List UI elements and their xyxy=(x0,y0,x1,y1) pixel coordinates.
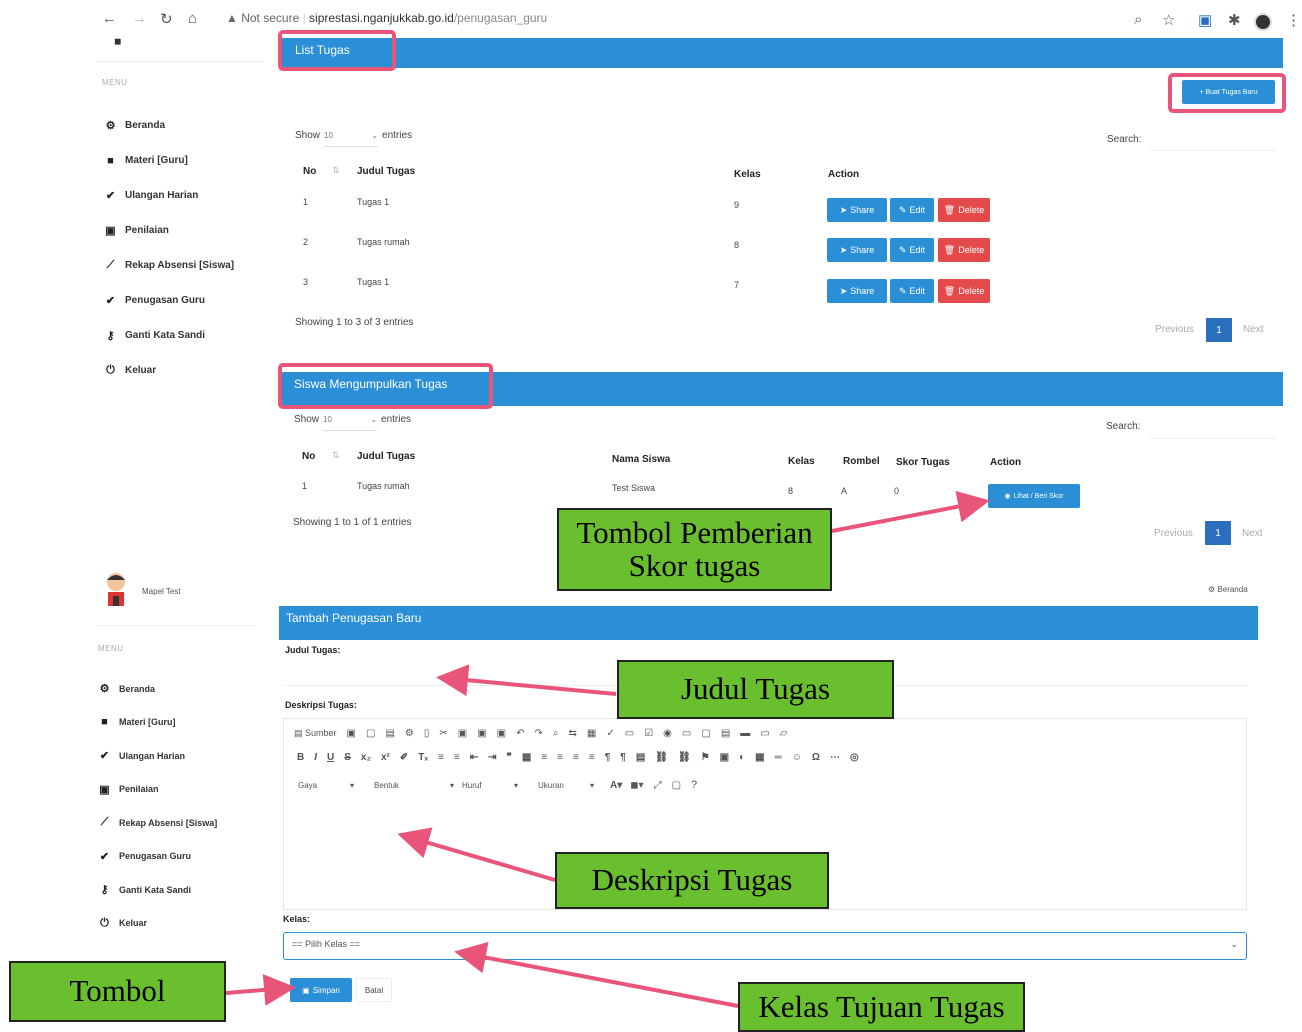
arrow-tombol xyxy=(225,973,296,1006)
arrow-judul xyxy=(436,664,617,697)
callout-skor: Tombol Pemberian Skor tugas xyxy=(557,508,832,591)
callout-tombol: Tombol xyxy=(9,961,226,1022)
arrow-skor xyxy=(831,490,990,533)
callout-kelas: Kelas Tujuan Tugas xyxy=(738,982,1025,1032)
arrow-kelas xyxy=(454,941,739,1008)
callout-judul: Judul Tugas xyxy=(617,660,894,719)
arrow-deskripsi xyxy=(397,827,556,882)
callout-deskripsi: Deskripsi Tugas xyxy=(555,852,829,909)
